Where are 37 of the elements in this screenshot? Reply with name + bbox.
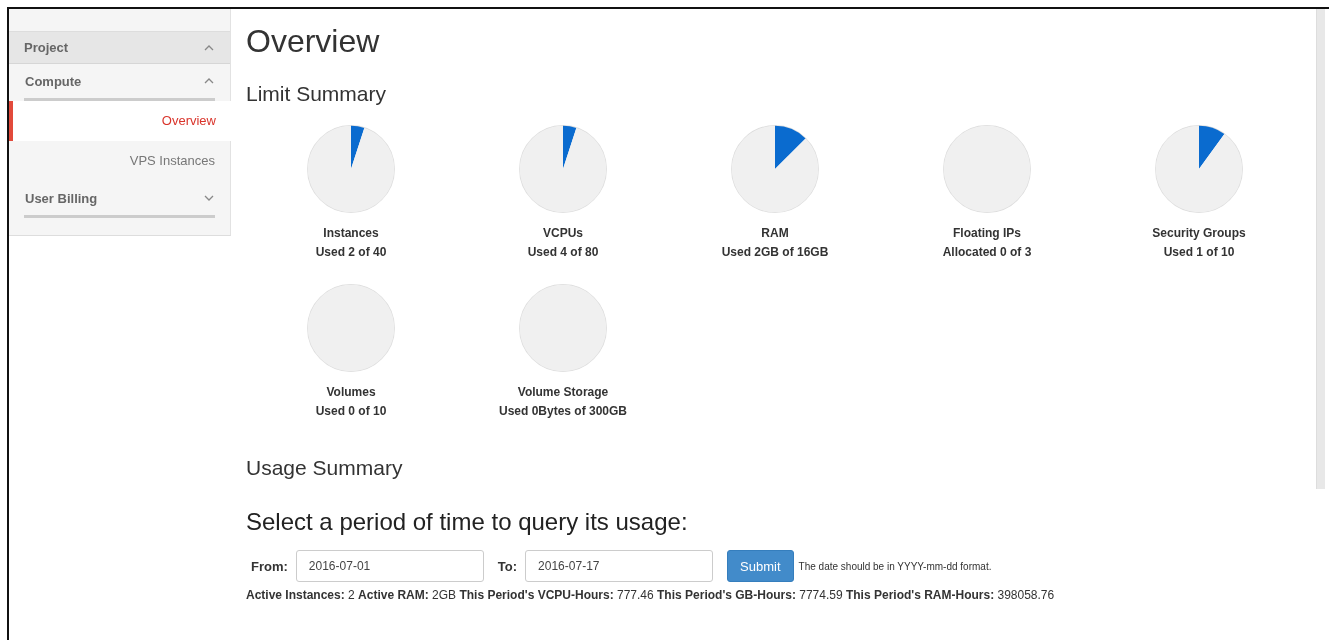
limit-usage: Allocated 0 of 3 <box>942 245 1032 259</box>
limit-name: Instances <box>323 226 379 240</box>
limit-name: RAM <box>761 226 789 240</box>
used-slice <box>1199 125 1225 169</box>
from-label: From: <box>251 558 288 574</box>
page-title: Overview <box>246 23 381 60</box>
from-date-field[interactable]: 2016-07-01 <box>295 550 484 582</box>
section-heading: Usage Summary <box>246 456 404 480</box>
sidebar-item[interactable]: Overview <box>9 101 231 141</box>
query-heading: Select a period of time to query its usage: <box>246 508 689 536</box>
limit-usage: Used 1 of 10 <box>1163 245 1235 259</box>
limit-name: Security Groups <box>1152 226 1246 240</box>
limit-usage: Used 2GB of 16GB <box>721 245 829 259</box>
to-label: To: <box>497 558 518 574</box>
panel-label: Project <box>24 40 69 55</box>
limit-name: Volumes <box>326 385 376 399</box>
limit-usage: Used 4 of 80 <box>527 245 599 259</box>
scrollbar[interactable] <box>1316 9 1325 489</box>
sidebar-group[interactable]: User Billing <box>24 181 215 218</box>
section-heading: Limit Summary <box>246 82 388 106</box>
group-label: User Billing <box>25 190 98 206</box>
sidebar-item[interactable]: VPS Instances <box>9 141 230 181</box>
submit-button[interactable]: Submit <box>727 550 794 582</box>
to-date-field[interactable]: 2016-07-17 <box>525 550 714 582</box>
limit-usage: Used 0Bytes of 300GB <box>498 404 628 418</box>
limit-name: Volume Storage <box>517 385 609 399</box>
date-format-hint: The date should be in YYYY-mm-dd format. <box>798 560 992 572</box>
used-slice <box>563 125 577 169</box>
used-slice <box>351 125 365 169</box>
group-label: Compute <box>25 73 82 89</box>
limit-name: VCPUs <box>543 226 583 240</box>
used-slice <box>775 125 806 169</box>
usage-stats: Active Instances: 2 Active RAM: 2GB This Period's VCPU-Hours: 777.46 This Period's GB-Hours: 7774.59 This Period's RAM-Hours: 398058.76 <box>246 588 1056 602</box>
limit-name: Floating IPs <box>953 226 1021 240</box>
limit-usage: Used 2 of 40 <box>315 245 387 259</box>
limit-usage: Used 0 of 10 <box>315 404 387 418</box>
sidebar-panel-header[interactable]: Project <box>9 32 230 64</box>
